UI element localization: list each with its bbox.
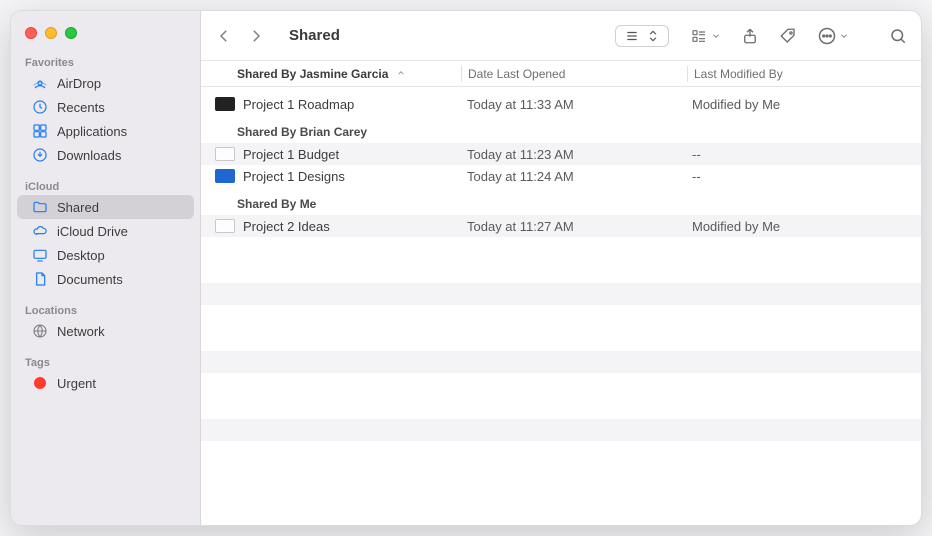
window-title: Shared bbox=[289, 27, 340, 44]
tags-button[interactable] bbox=[779, 27, 797, 45]
empty-row bbox=[201, 419, 921, 441]
group-by-button[interactable] bbox=[689, 28, 721, 44]
sidebar-item-label: Downloads bbox=[57, 148, 121, 163]
file-row[interactable]: Project 2 Ideas Today at 11:27 AMModified… bbox=[201, 215, 921, 237]
folder-shared-icon bbox=[31, 198, 49, 216]
file-row[interactable]: Project 1 Budget Today at 11:23 AM-- bbox=[201, 143, 921, 165]
file-modified-by: Modified by Me bbox=[686, 97, 921, 112]
sidebar-item-label: iCloud Drive bbox=[57, 224, 128, 239]
globe-icon bbox=[31, 322, 49, 340]
sidebar-item-icloud-drive[interactable]: iCloud Drive bbox=[17, 219, 194, 243]
file-icon bbox=[215, 169, 235, 183]
file-modified-by: Modified by Me bbox=[686, 219, 921, 234]
airdrop-icon bbox=[31, 74, 49, 92]
action-menu-button[interactable] bbox=[817, 26, 849, 46]
sidebar-item-network[interactable]: Network bbox=[17, 319, 194, 343]
document-icon bbox=[31, 270, 49, 288]
window-controls bbox=[11, 23, 200, 53]
sidebar-item-label: Documents bbox=[57, 272, 123, 287]
sidebar-section-icloud: iCloud bbox=[11, 177, 200, 195]
desktop-icon bbox=[31, 246, 49, 264]
file-name: Project 1 Roadmap bbox=[243, 97, 354, 112]
sidebar-item-label: Desktop bbox=[57, 248, 105, 263]
group-header: Shared By Brian Carey bbox=[201, 115, 921, 143]
sidebar-item-label: Urgent bbox=[57, 376, 96, 391]
fullscreen-button[interactable] bbox=[65, 27, 77, 39]
main-pane: Shared bbox=[201, 11, 921, 525]
sidebar-item-applications[interactable]: Applications bbox=[17, 119, 194, 143]
cloud-icon bbox=[31, 222, 49, 240]
file-date: Today at 11:27 AM bbox=[461, 219, 686, 234]
sidebar-item-desktop[interactable]: Desktop bbox=[17, 243, 194, 267]
file-name: Project 1 Designs bbox=[243, 169, 345, 184]
download-icon bbox=[31, 146, 49, 164]
file-icon bbox=[215, 147, 235, 161]
search-button[interactable] bbox=[889, 27, 907, 45]
applications-icon bbox=[31, 122, 49, 140]
minimize-button[interactable] bbox=[45, 27, 57, 39]
empty-row bbox=[201, 317, 921, 339]
file-modified-by: -- bbox=[686, 147, 921, 162]
file-modified-by: -- bbox=[686, 169, 921, 184]
empty-row bbox=[201, 351, 921, 373]
file-date: Today at 11:23 AM bbox=[461, 147, 686, 162]
file-date: Today at 11:33 AM bbox=[461, 97, 686, 112]
tag-red-icon bbox=[31, 374, 49, 392]
sidebar-item-label: AirDrop bbox=[57, 76, 101, 91]
column-headers: Shared By Jasmine Garcia Date Last Opene… bbox=[201, 61, 921, 87]
forward-button[interactable] bbox=[247, 27, 265, 45]
empty-row bbox=[201, 283, 921, 305]
sidebar-section-favorites: Favorites bbox=[11, 53, 200, 71]
file-row[interactable]: Project 1 Roadmap Today at 11:33 AMModifi… bbox=[201, 93, 921, 115]
sidebar-item-label: Network bbox=[57, 324, 105, 339]
back-button[interactable] bbox=[215, 27, 233, 45]
sidebar-section-tags: Tags bbox=[11, 353, 200, 371]
sidebar-item-tag-urgent[interactable]: Urgent bbox=[17, 371, 194, 395]
toolbar: Shared bbox=[201, 11, 921, 61]
sidebar-item-documents[interactable]: Documents bbox=[17, 267, 194, 291]
sort-ascending-icon bbox=[396, 67, 406, 81]
sidebar: Favorites AirDrop Recents Applications D… bbox=[11, 11, 201, 525]
column-header-date[interactable]: Date Last Opened bbox=[462, 67, 687, 81]
share-button[interactable] bbox=[741, 27, 759, 45]
empty-row bbox=[201, 385, 921, 407]
sidebar-item-label: Applications bbox=[57, 124, 127, 139]
sidebar-item-airdrop[interactable]: AirDrop bbox=[17, 71, 194, 95]
sidebar-item-label: Recents bbox=[57, 100, 105, 115]
sidebar-item-recents[interactable]: Recents bbox=[17, 95, 194, 119]
file-list: Project 1 RoadmapToday at 11:33 AMModifi… bbox=[201, 87, 921, 525]
group-header: Shared By Me bbox=[201, 187, 921, 215]
file-row[interactable]: Project 1 Designs Today at 11:24 AM-- bbox=[201, 165, 921, 187]
finder-window: Favorites AirDrop Recents Applications D… bbox=[10, 10, 922, 526]
file-icon bbox=[215, 97, 235, 111]
file-icon bbox=[215, 219, 235, 233]
column-header-modified-by[interactable]: Last Modified By bbox=[688, 67, 921, 81]
file-date: Today at 11:24 AM bbox=[461, 169, 686, 184]
column-header-name[interactable]: Shared By Jasmine Garcia bbox=[201, 67, 461, 81]
empty-row bbox=[201, 249, 921, 271]
sidebar-item-shared[interactable]: Shared bbox=[17, 195, 194, 219]
sidebar-section-locations: Locations bbox=[11, 301, 200, 319]
clock-icon bbox=[31, 98, 49, 116]
file-name: Project 2 Ideas bbox=[243, 219, 330, 234]
close-button[interactable] bbox=[25, 27, 37, 39]
file-name: Project 1 Budget bbox=[243, 147, 339, 162]
view-mode-button[interactable] bbox=[615, 25, 669, 47]
sidebar-item-label: Shared bbox=[57, 200, 99, 215]
sidebar-item-downloads[interactable]: Downloads bbox=[17, 143, 194, 167]
